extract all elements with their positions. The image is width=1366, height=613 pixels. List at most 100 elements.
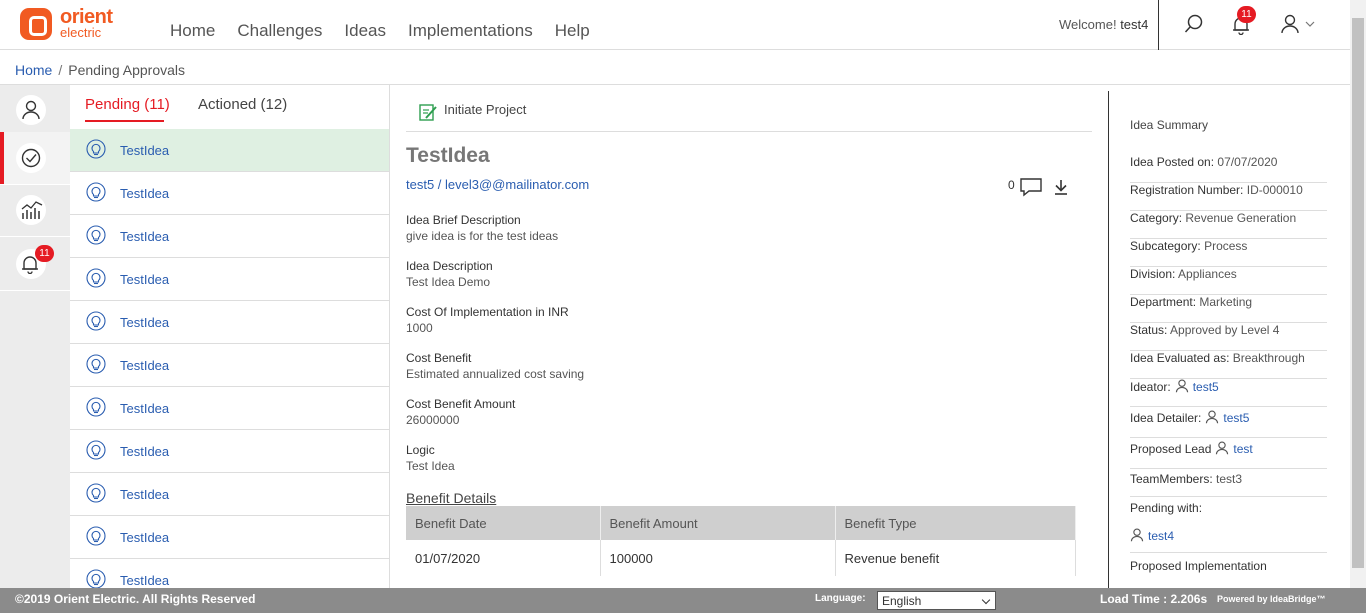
detail-field: Cost Benefit Amount 26000000 [406, 397, 515, 427]
submitter-link[interactable]: test5 / level3@@mailinator.com [406, 177, 589, 192]
lightbulb-icon [86, 483, 106, 503]
detailer-link[interactable]: test5 [1223, 411, 1249, 425]
search-icon[interactable] [1184, 14, 1204, 34]
comment-count: 0 [1008, 178, 1015, 192]
idea-title-link[interactable]: TestIdea [120, 487, 169, 502]
download-icon[interactable] [1054, 179, 1068, 195]
scrollbar-thumb[interactable] [1352, 18, 1364, 568]
list-tabs: Pending (11) Actioned (12) [70, 85, 389, 129]
summary-department: Department: Marketing [1130, 295, 1327, 323]
pending-user: test4 [1126, 528, 1327, 543]
field-value: 26000000 [406, 413, 460, 427]
check-circle-icon [21, 148, 41, 168]
field-label: Idea Description [406, 259, 493, 273]
welcome-text: Welcome! test4 [1059, 17, 1148, 32]
idea-title-link[interactable]: TestIdea [120, 401, 169, 416]
summary-subcategory: Subcategory: Process [1130, 239, 1327, 267]
initiate-project-button[interactable]: Initiate Project [418, 102, 526, 127]
list-item[interactable]: TestIdea [70, 473, 389, 516]
nav-ideas[interactable]: Ideas [344, 21, 386, 41]
summary-label: Subcategory: [1130, 239, 1201, 253]
language-select[interactable]: English [877, 591, 996, 610]
comment-icon[interactable] [1020, 177, 1042, 197]
list-item[interactable]: TestIdea [70, 344, 389, 387]
rail-item-reports[interactable] [0, 185, 70, 237]
lightbulb-icon [86, 440, 106, 460]
left-rail: 11 [0, 85, 70, 588]
nav-implementations[interactable]: Implementations [408, 21, 533, 41]
breadcrumb: Home / Pending Approvals [0, 50, 1350, 85]
ideator-link[interactable]: test5 [1193, 380, 1219, 394]
tab-pending[interactable]: Pending (11) [85, 96, 170, 122]
nav-help[interactable]: Help [555, 21, 590, 41]
user-icon [1175, 379, 1188, 393]
idea-title-link[interactable]: TestIdea [120, 315, 169, 330]
brand-logo-mark [20, 8, 52, 40]
list-item[interactable]: TestIdea [70, 430, 389, 473]
user-icon[interactable] [1280, 14, 1300, 34]
list-item[interactable]: TestIdea [70, 387, 389, 430]
lightbulb-icon [86, 268, 106, 288]
field-value: Test Idea Demo [406, 275, 491, 289]
pending-user-link[interactable]: test4 [1148, 529, 1174, 543]
field-label: Cost Benefit [406, 351, 472, 365]
summary-label: Proposed Lead [1130, 442, 1212, 456]
rail-notification-badge: 11 [35, 245, 54, 262]
idea-title-link[interactable]: TestIdea [120, 358, 169, 373]
summary-team: TeamMembers: test3 [1130, 469, 1327, 497]
list-item[interactable]: TestIdea [70, 129, 389, 172]
summary-label: Idea Detailer: [1130, 411, 1202, 425]
list-item[interactable]: TestIdea [70, 215, 389, 258]
copyright-text: ©2019 Orient Electric. All Rights Reserv… [15, 592, 256, 606]
tab-actioned[interactable]: Actioned (12) [198, 96, 287, 113]
summary-label: Status: [1130, 323, 1168, 337]
benefit-table-header: Benefit Date Benefit Amount Benefit Type [406, 506, 1076, 540]
idea-title-link[interactable]: TestIdea [120, 444, 169, 459]
rail-item-approvals[interactable] [0, 132, 70, 185]
summary-value: Breakthrough [1232, 351, 1305, 365]
idea-title-link[interactable]: TestIdea [120, 272, 169, 287]
summary-label: Proposed Implementation [1130, 559, 1267, 573]
nav-challenges[interactable]: Challenges [237, 21, 322, 41]
list-item[interactable]: TestIdea [70, 172, 389, 215]
idea-title-link[interactable]: TestIdea [120, 186, 169, 201]
notification-badge: 11 [1237, 6, 1256, 23]
benefit-amount-cell: 100000 [600, 540, 836, 576]
lightbulb-icon [86, 139, 106, 159]
summary-detailer: Idea Detailer: test5 [1130, 407, 1327, 438]
idea-title-link[interactable]: TestIdea [120, 229, 169, 244]
list-item[interactable]: TestIdea [70, 258, 389, 301]
lightbulb-icon [86, 526, 106, 546]
field-label: Cost Of Implementation in INR [406, 305, 569, 319]
field-label: Idea Brief Description [406, 213, 521, 227]
powered-by: Powered by IdeaBridge™ [1217, 594, 1326, 604]
rail-item-profile[interactable] [0, 85, 70, 137]
column-benefit-type: Benefit Type [835, 506, 1076, 540]
idea-title-link[interactable]: TestIdea [120, 143, 169, 158]
list-item[interactable]: TestIdea [70, 516, 389, 559]
lead-link[interactable]: test [1233, 442, 1252, 456]
summary-registration: Registration Number: ID-000010 [1130, 183, 1327, 211]
benefit-table: Benefit Date Benefit Amount Benefit Type… [406, 506, 1076, 576]
idea-summary-panel: Idea Summary Idea Posted on: 07/07/2020 … [1108, 91, 1350, 588]
chevron-down-icon[interactable] [1305, 20, 1315, 28]
summary-value: ID-000010 [1246, 183, 1303, 197]
lightbulb-icon [86, 397, 106, 417]
rail-item-notifications[interactable]: 11 [0, 239, 70, 291]
page-scrollbar[interactable] [1350, 0, 1366, 588]
breadcrumb-home[interactable]: Home [15, 62, 52, 78]
list-item[interactable]: TestIdea [70, 559, 389, 588]
field-label: Cost Benefit Amount [406, 397, 516, 411]
benefit-details-heading: Benefit Details [406, 490, 497, 506]
summary-value: Appliances [1178, 267, 1237, 281]
list-item[interactable]: TestIdea [70, 301, 389, 344]
brand-name-line2: electric [60, 25, 102, 40]
summary-label: Idea Posted on: [1130, 155, 1215, 169]
nav-home[interactable]: Home [170, 21, 215, 41]
idea-title-link[interactable]: TestIdea [120, 530, 169, 545]
summary-posted: Idea Posted on: 07/07/2020 [1130, 155, 1327, 183]
column-benefit-amount: Benefit Amount [600, 506, 836, 540]
summary-label: Division: [1130, 267, 1176, 281]
detail-field: Idea Description Test Idea Demo [406, 259, 493, 289]
idea-title-link[interactable]: TestIdea [120, 573, 169, 588]
